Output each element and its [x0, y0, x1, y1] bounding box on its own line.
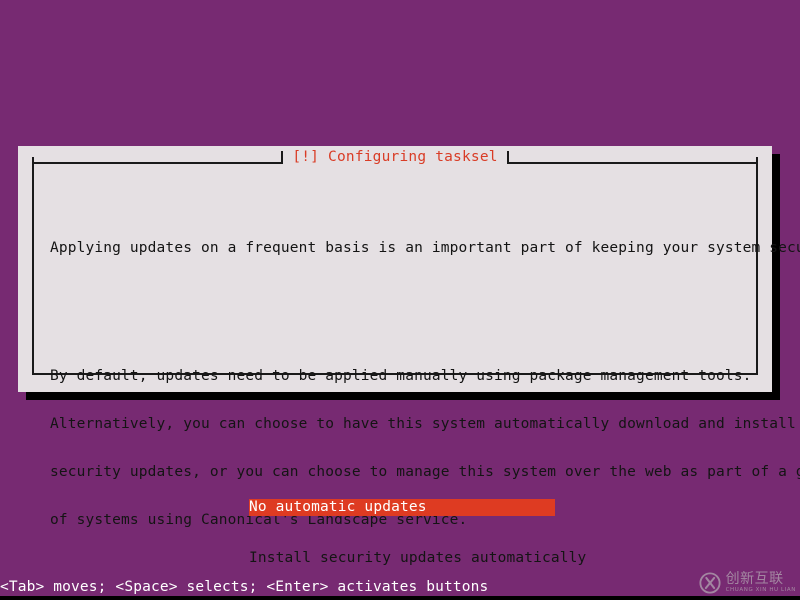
configuring-tasksel-dialog: [!] Configuring tasksel Applying updates… [18, 146, 800, 566]
description-line: By default, updates need to be applied m… [50, 368, 752, 384]
keyboard-hint-bar: <Tab> moves; <Space> selects; <Enter> ac… [0, 579, 489, 595]
option-no-automatic-updates[interactable]: No automatic updates [249, 499, 555, 516]
title-rule-left [32, 150, 284, 164]
description-line: Alternatively, you can choose to have th… [50, 416, 796, 432]
title-rule-right [506, 150, 759, 164]
paragraph-intro: Applying updates on a frequent basis is … [50, 208, 800, 288]
bottom-black-bar [0, 596, 800, 600]
installer-screen: [!] Configuring tasksel Applying updates… [0, 0, 800, 600]
option-install-security-updates-automatically[interactable]: Install security updates automatically [249, 550, 769, 567]
description-line: Applying updates on a frequent basis is … [50, 240, 800, 256]
dialog-title: [!] Configuring tasksel [292, 149, 498, 165]
dialog-title-bar: [!] Configuring tasksel [18, 146, 772, 168]
